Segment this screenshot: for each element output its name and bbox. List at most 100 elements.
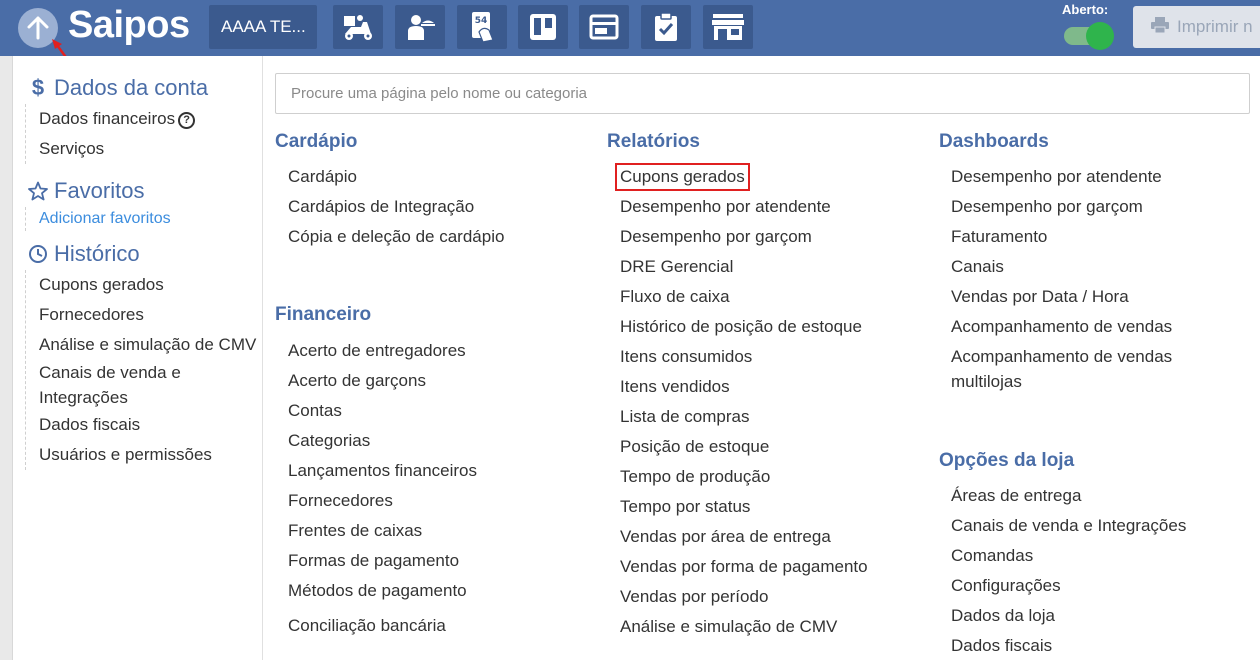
sidebar-item-history[interactable]: Usuários e permissões	[39, 440, 256, 470]
print-button[interactable]: Imprimir n	[1133, 6, 1260, 48]
kanban-button[interactable]	[518, 5, 568, 49]
menu-link[interactable]: Dados da loja	[951, 601, 1186, 631]
menu-link[interactable]: Fluxo de caixa	[620, 282, 868, 312]
menu-link[interactable]: Dados fiscais	[951, 631, 1186, 660]
menu-link[interactable]: Tempo de produção	[620, 462, 868, 492]
sidebar-item-history[interactable]: Análise e simulação de CMV	[39, 330, 256, 360]
opcoes-loja-list: Áreas de entrega Canais de venda e Integ…	[951, 481, 1186, 660]
menu-link[interactable]: Desempenho por garçom	[620, 222, 868, 252]
sidebar-item-history[interactable]: Cupons gerados	[39, 270, 256, 300]
menu-link[interactable]: Acompanhamento de vendas multilojas	[951, 342, 1191, 397]
menu-link[interactable]: Cópia e deleção de cardápio	[288, 222, 504, 252]
menu-link[interactable]: Canais	[951, 252, 1211, 282]
account-section-title[interactable]: $ Dados da conta	[28, 75, 208, 101]
menu-link[interactable]: Métodos de pagamento	[288, 576, 477, 606]
menu-link[interactable]: Frentes de caixas	[288, 516, 477, 546]
dollar-icon: $	[31, 75, 45, 100]
sidebar-item-history[interactable]: Dados fiscais	[39, 410, 256, 440]
delivery-icon	[344, 15, 372, 40]
menu-link[interactable]: Itens consumidos	[620, 342, 868, 372]
kanban-icon	[530, 14, 556, 40]
sidebar-item-history[interactable]: Fornecedores	[39, 300, 256, 330]
menu-link[interactable]: Vendas por período	[620, 582, 868, 612]
table-card-button[interactable]: 54	[457, 5, 507, 49]
menu-link[interactable]: Formas de pagamento	[288, 546, 477, 576]
scroll-top-button[interactable]	[18, 8, 58, 48]
menu-link[interactable]: Vendas por forma de pagamento	[620, 552, 868, 582]
page-search-input[interactable]	[275, 73, 1250, 114]
sidebar-item-dados-financeiros[interactable]: Dados financeiros?	[39, 104, 196, 134]
menu-link[interactable]: Acerto de entregadores	[288, 336, 477, 366]
menu-link[interactable]: Cardápio	[288, 162, 504, 192]
store-icon	[712, 14, 744, 40]
panel-icon	[589, 14, 619, 40]
highlighted-link[interactable]: Cupons gerados	[615, 163, 750, 191]
menu-link[interactable]: Cardápios de Integração	[288, 192, 504, 222]
table-card-icon: 54	[472, 12, 494, 43]
favorites-list: Adicionar favoritos	[25, 207, 171, 231]
left-edge-strip	[0, 56, 13, 660]
cardapio-list: Cardápio Cardápios de Integração Cópia e…	[288, 162, 504, 252]
menu-link[interactable]: Desempenho por atendente	[620, 192, 868, 222]
checklist-button[interactable]	[641, 5, 691, 49]
menu-link[interactable]: Fornecedores	[288, 486, 477, 516]
menu-link[interactable]: Configurações	[951, 571, 1186, 601]
print-label: Imprimir n	[1177, 17, 1253, 36]
sidebar-item-history[interactable]: Canais de venda e Integrações	[39, 360, 239, 410]
sidebar-item-servicos[interactable]: Serviços	[39, 134, 195, 164]
menu-link[interactable]: Conciliação bancária	[288, 611, 477, 641]
menu-link[interactable]: Áreas de entrega	[951, 481, 1186, 511]
clock-icon	[28, 244, 48, 264]
category-title-dashboards: Dashboards	[939, 131, 1049, 152]
waiter-icon	[408, 15, 435, 40]
add-favorites-link[interactable]: Adicionar favoritos	[39, 207, 171, 231]
waiter-button[interactable]	[395, 5, 445, 49]
category-title-financeiro: Financeiro	[275, 304, 372, 325]
open-status-label: Aberto:	[1062, 2, 1109, 17]
menu-link[interactable]: Desempenho por garçom	[951, 192, 1211, 222]
star-icon	[28, 181, 48, 201]
menu-link[interactable]: Posição de estoque	[620, 432, 868, 462]
open-status-toggle[interactable]	[1062, 22, 1116, 50]
saipos-logo: Saipos	[68, 4, 190, 46]
menu-link[interactable]: Faturamento	[951, 222, 1211, 252]
store-selector-button[interactable]: AAAA TE...	[209, 5, 317, 49]
menu-link[interactable]: Análise e simulação de CMV	[620, 612, 868, 642]
menu-link[interactable]: Lançamentos financeiros	[288, 456, 477, 486]
menu-link[interactable]: Itens vendidos	[620, 372, 868, 402]
svg-text:54: 54	[475, 16, 488, 26]
menu-link[interactable]: Comandas	[951, 541, 1186, 571]
history-section-title[interactable]: Histórico	[28, 241, 140, 267]
menu-link[interactable]: Tempo por status	[620, 492, 868, 522]
account-list: Dados financeiros? Serviços	[25, 104, 196, 164]
menu-link[interactable]: Lista de compras	[620, 402, 868, 432]
menu-link[interactable]: Desempenho por atendente	[951, 162, 1211, 192]
menu-link[interactable]: Canais de venda e Integrações	[951, 511, 1186, 541]
menu-link[interactable]: Acerto de garçons	[288, 366, 477, 396]
favorites-section-title[interactable]: Favoritos	[28, 178, 144, 204]
menu-link[interactable]: Histórico de posição de estoque	[620, 312, 868, 342]
sidebar: $ Dados da conta Dados financeiros? Serv…	[13, 56, 263, 660]
category-title-cardapio: Cardápio	[275, 131, 358, 152]
category-title-relatorios: Relatórios	[607, 131, 700, 152]
dashboards-list: Desempenho por atendente Desempenho por …	[951, 162, 1211, 397]
help-icon[interactable]: ?	[178, 111, 196, 129]
financeiro-list: Acerto de entregadores Acerto de garçons…	[288, 336, 477, 641]
delivery-button[interactable]	[333, 5, 383, 49]
menu-link[interactable]: Categorias	[288, 426, 477, 456]
menu-link[interactable]: Vendas por Data / Hora	[951, 282, 1211, 312]
menu-link[interactable]: Vendas por área de entrega	[620, 522, 868, 552]
store-button[interactable]	[703, 5, 753, 49]
panel-button[interactable]	[579, 5, 629, 49]
top-bar: Saipos AAAA TE... 54 Aberto: Imprimir n	[0, 0, 1260, 56]
relatorios-list: Cupons gerados Desempenho por atendente …	[615, 162, 868, 642]
menu-link-cupons-gerados[interactable]: Cupons gerados	[615, 162, 868, 192]
printer-icon	[1151, 16, 1169, 38]
menu-link[interactable]: Contas	[288, 396, 477, 426]
category-title-opcoes-loja: Opções da loja	[939, 450, 1075, 471]
menu-link[interactable]: Acompanhamento de vendas	[951, 312, 1211, 342]
menu-link[interactable]: DRE Gerencial	[620, 252, 868, 282]
history-list: Cupons gerados Fornecedores Análise e si…	[25, 270, 256, 470]
checklist-icon	[655, 12, 677, 41]
arrow-up-icon	[27, 16, 49, 40]
